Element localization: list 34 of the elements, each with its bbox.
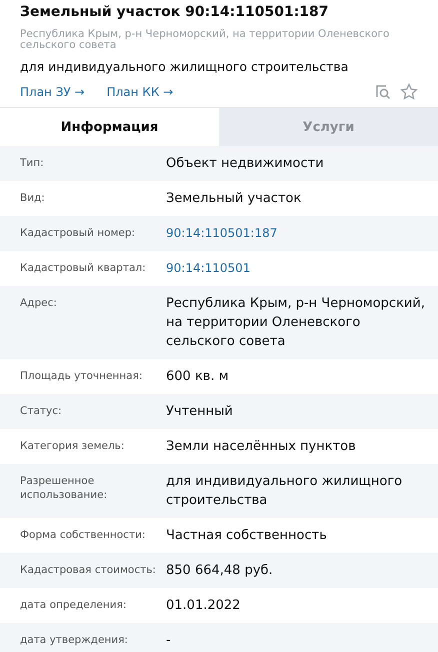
field-value: 01.01.2022 [166,597,242,615]
field-label: Адрес: [19,296,58,310]
field-value: Земли населённых пунктов [166,438,357,456]
page-title: Земельный участок 90:14:110501:187 [20,3,330,21]
field-label: Площадь уточненная: [19,369,144,383]
search-document-icon[interactable] [374,83,392,101]
field-value: для индивидуального жилищного строительства [166,473,404,510]
field-label: Тип: [19,156,45,170]
field-label: Вид: [19,191,46,205]
field-label: Кадастровая стоимость: [19,563,157,577]
field-label: Разрешенное использование: [19,474,108,502]
field-label: Статус: [19,404,63,418]
field-label: дата определения: [19,598,128,612]
field-value: Объект недвижимости [166,155,325,173]
field-value: Частная собственность [166,527,328,545]
field-value: Земельный участок [166,190,302,208]
field-label: Форма собственности: [19,528,146,542]
address-text: Республика Крым, р-н Черноморский, на территории Оленевского сельского совета [20,29,390,51]
field-value: Учтенный [166,403,234,421]
field-label: дата утверждения: [19,633,129,647]
tab[interactable]: Услуги [219,108,438,146]
plan-link[interactable]: План КК → [106,85,174,99]
purpose-text: для индивидуального жилищного строительства [20,59,350,75]
star-icon[interactable] [400,83,418,101]
cadastral-link[interactable]: 90:14:110501 [166,251,438,286]
field-value: - [166,632,172,650]
field-label: Кадастровый квартал: [19,261,147,275]
field-value: 850 664,48 руб. [166,562,274,580]
field-value: 600 кв. м [166,368,230,386]
field-label: Категория земель: [19,439,126,453]
field-value: Республика Крым, р-н Черноморский, на территории Оленевского сельского совета [166,295,426,351]
cadastral-link[interactable]: 90:14:110501:187 [166,216,438,251]
field-label: Кадастровый номер: [19,226,136,240]
plan-link[interactable]: План ЗУ → [20,85,85,99]
